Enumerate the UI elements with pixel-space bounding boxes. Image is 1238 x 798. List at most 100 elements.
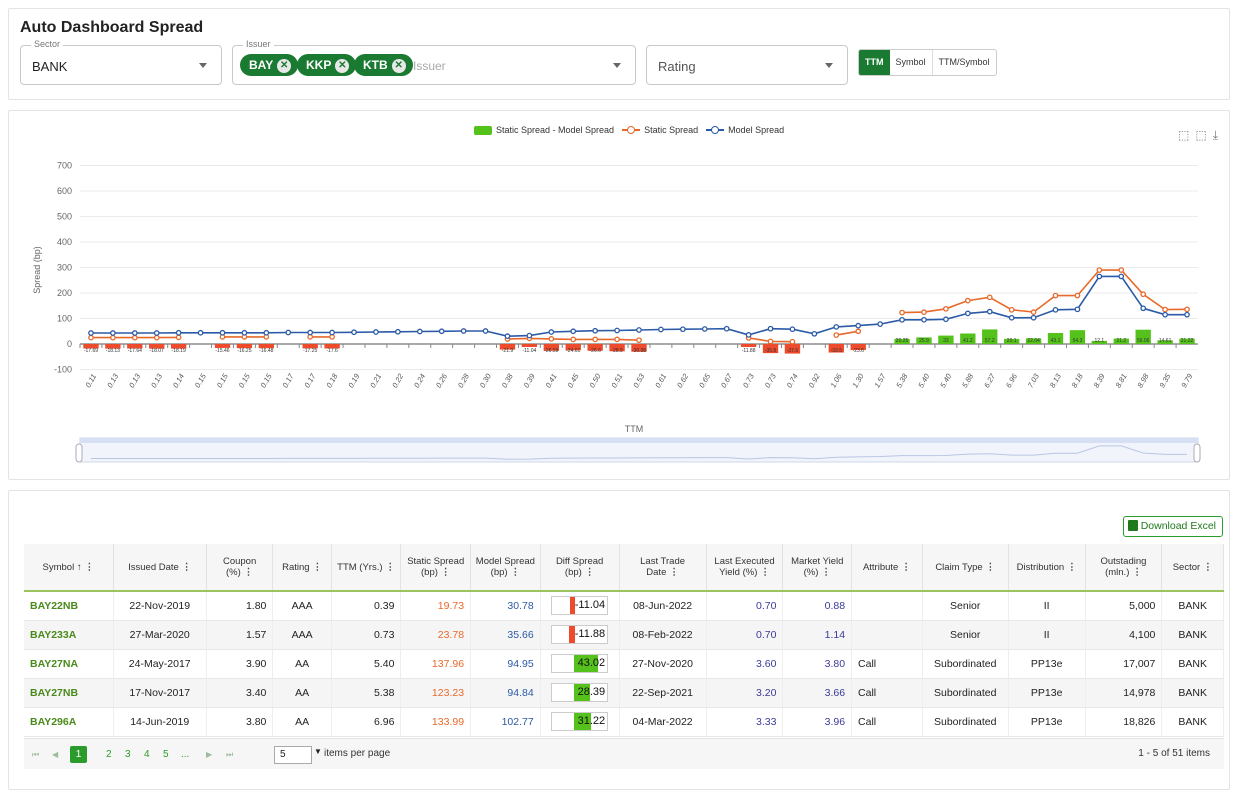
static-spread-point: [548, 336, 555, 342]
column-menu-icon[interactable]: ⋮: [669, 567, 679, 578]
column-menu-icon[interactable]: ⋮: [760, 567, 770, 578]
cell-sector: BANK: [1161, 649, 1224, 679]
model-spread-point: [88, 330, 94, 336]
last-page-button[interactable]: ⏭: [226, 746, 233, 763]
static-spread-point: [964, 297, 971, 304]
model-spread-point: [964, 310, 971, 317]
cell-symbol[interactable]: BAY233A: [24, 620, 114, 650]
column-menu-icon[interactable]: ⋮: [386, 562, 396, 573]
cell-symbol[interactable]: BAY296A: [24, 707, 114, 737]
col-last-yield[interactable]: Last Executed Yield (%) ⋮: [706, 544, 784, 592]
col-static[interactable]: Static Spread (bp) ⋮: [400, 544, 472, 592]
page-size-input[interactable]: 5: [274, 746, 312, 764]
cell-symbol[interactable]: BAY22NB: [24, 591, 114, 621]
x-tick-label: 8.39: [1092, 371, 1108, 389]
model-spread-point: [1096, 273, 1103, 280]
x-tick-label: 7.03: [1026, 371, 1042, 389]
col-attribute[interactable]: Attribute ⋮: [851, 544, 923, 592]
column-menu-icon[interactable]: ⋮: [313, 562, 323, 573]
page-1-button[interactable]: 1: [70, 746, 87, 763]
col-market-yield[interactable]: Market Yield (%) ⋮: [782, 544, 853, 592]
column-menu-icon[interactable]: ⋮: [1203, 562, 1213, 573]
diff-value: 28.39: [577, 686, 606, 698]
col-last-trade[interactable]: Last Trade Date ⋮: [619, 544, 707, 592]
page-5-button[interactable]: 5: [163, 746, 169, 763]
table-row[interactable]: BAY22NB 22-Nov-2019 1.80 AAA 0.39 19.73 30.78 -…: [24, 591, 1224, 621]
model-spread-point: [811, 330, 818, 337]
model-spread-point: [570, 328, 577, 335]
first-page-button[interactable]: ⏮: [32, 746, 39, 763]
x-tick-label: 0.61: [653, 372, 668, 389]
x-tick-label: 0.15: [193, 371, 209, 389]
static-spread-point: [1118, 267, 1125, 273]
column-menu-icon[interactable]: ⋮: [182, 562, 192, 573]
col-rating[interactable]: Rating ⋮: [272, 544, 332, 592]
column-menu-icon[interactable]: ⋮: [1067, 562, 1077, 573]
model-spread-point: [1074, 306, 1081, 313]
column-menu-icon[interactable]: ⋮: [441, 567, 451, 578]
table-row[interactable]: BAY296A 14-Jun-2019 3.80 AA 6.96 133.99 102.77…: [24, 707, 1224, 737]
col-issued[interactable]: Issued Date ⋮: [113, 544, 207, 592]
x-tick-label: 0.50: [587, 371, 603, 389]
static-spread-point: [1030, 309, 1037, 315]
x-tick-label: 1.06: [829, 371, 845, 389]
diff-value: -11.88: [574, 628, 606, 640]
x-tick-label: 5.40: [938, 371, 954, 389]
col-label: Symbol ↑: [42, 561, 82, 573]
caret-down-icon[interactable]: ▼: [314, 747, 322, 756]
column-menu-icon[interactable]: ⋮: [244, 567, 254, 578]
column-menu-icon[interactable]: ⋮: [821, 567, 831, 578]
static-spread-point: [943, 305, 949, 312]
page-info: 1 - 5 of 51 items: [1138, 748, 1210, 759]
col-claim[interactable]: Claim Type ⋮: [922, 544, 1009, 592]
col-distribution[interactable]: Distribution ⋮: [1008, 544, 1086, 592]
model-spread-point: [1030, 314, 1037, 321]
cell-rating: AA: [272, 649, 332, 679]
cell-diff: -11.88: [540, 620, 620, 650]
diff-bar-cell: 43.02: [551, 654, 609, 673]
bar-data-label: -24.61: [566, 348, 580, 354]
cell-model: 102.77: [470, 707, 541, 737]
model-spread-point: [1008, 314, 1015, 321]
col-coupon[interactable]: Coupon (%) ⋮: [206, 544, 274, 592]
cell-symbol[interactable]: BAY27NA: [24, 649, 114, 679]
cell-symbol[interactable]: BAY27NB: [24, 678, 114, 708]
table-row[interactable]: BAY27NB 17-Nov-2017 3.40 AA 5.38 123.23 94.84 2…: [24, 678, 1224, 708]
bar-data-label: -17.25: [303, 348, 317, 354]
model-spread-point: [526, 332, 533, 339]
cell-coupon: 1.57: [206, 620, 274, 650]
col-symbol[interactable]: Symbol ↑ ⋮: [24, 544, 114, 592]
column-menu-icon[interactable]: ⋮: [585, 567, 595, 578]
next-page-button[interactable]: ▶: [206, 746, 212, 763]
table-row[interactable]: BAY233A 27-Mar-2020 1.57 AAA 0.73 23.78 35.66 -…: [24, 620, 1224, 650]
download-excel-button[interactable]: Download Excel: [1122, 516, 1223, 537]
model-spread-point: [767, 325, 774, 332]
column-menu-icon[interactable]: ⋮: [1132, 567, 1142, 578]
more-pages-button[interactable]: ...: [181, 746, 189, 763]
page-3-button[interactable]: 3: [125, 746, 131, 763]
page-2-button[interactable]: 2: [106, 746, 112, 763]
column-menu-icon[interactable]: ⋮: [511, 567, 521, 578]
cell-ttm: 0.39: [331, 591, 402, 621]
col-outstanding[interactable]: Outstading (mln.) ⋮: [1085, 544, 1163, 592]
x-tick-label: 0.74: [785, 372, 800, 389]
column-menu-icon[interactable]: ⋮: [986, 562, 996, 573]
x-tick-label: 0.24: [412, 372, 427, 389]
bar-data-label: -17.69: [84, 348, 98, 354]
static-spread-point: [986, 294, 993, 301]
table-row[interactable]: BAY27NA 24-May-2017 3.90 AA 5.40 137.96 94.95 4…: [24, 649, 1224, 679]
col-model[interactable]: Model Spread (bp) ⋮: [470, 544, 541, 592]
col-diff[interactable]: Diff Spread (bp) ⋮: [540, 544, 620, 592]
col-sector[interactable]: Sector ⋮: [1161, 544, 1224, 592]
x-tick-label: 0.17: [302, 371, 318, 389]
page-4-button[interactable]: 4: [144, 746, 150, 763]
prev-page-button[interactable]: ◀: [52, 746, 58, 763]
col-ttm[interactable]: TTM (Yrs.) ⋮: [331, 544, 402, 592]
column-menu-icon[interactable]: ⋮: [901, 562, 911, 573]
cell-outstanding: 18,826: [1085, 707, 1163, 737]
x-tick-label: 0.41: [544, 372, 559, 389]
col-label: Distribution: [1016, 561, 1065, 573]
model-spread-point: [263, 329, 270, 336]
download-label: Download Excel: [1140, 520, 1216, 532]
column-menu-icon[interactable]: ⋮: [85, 562, 95, 573]
